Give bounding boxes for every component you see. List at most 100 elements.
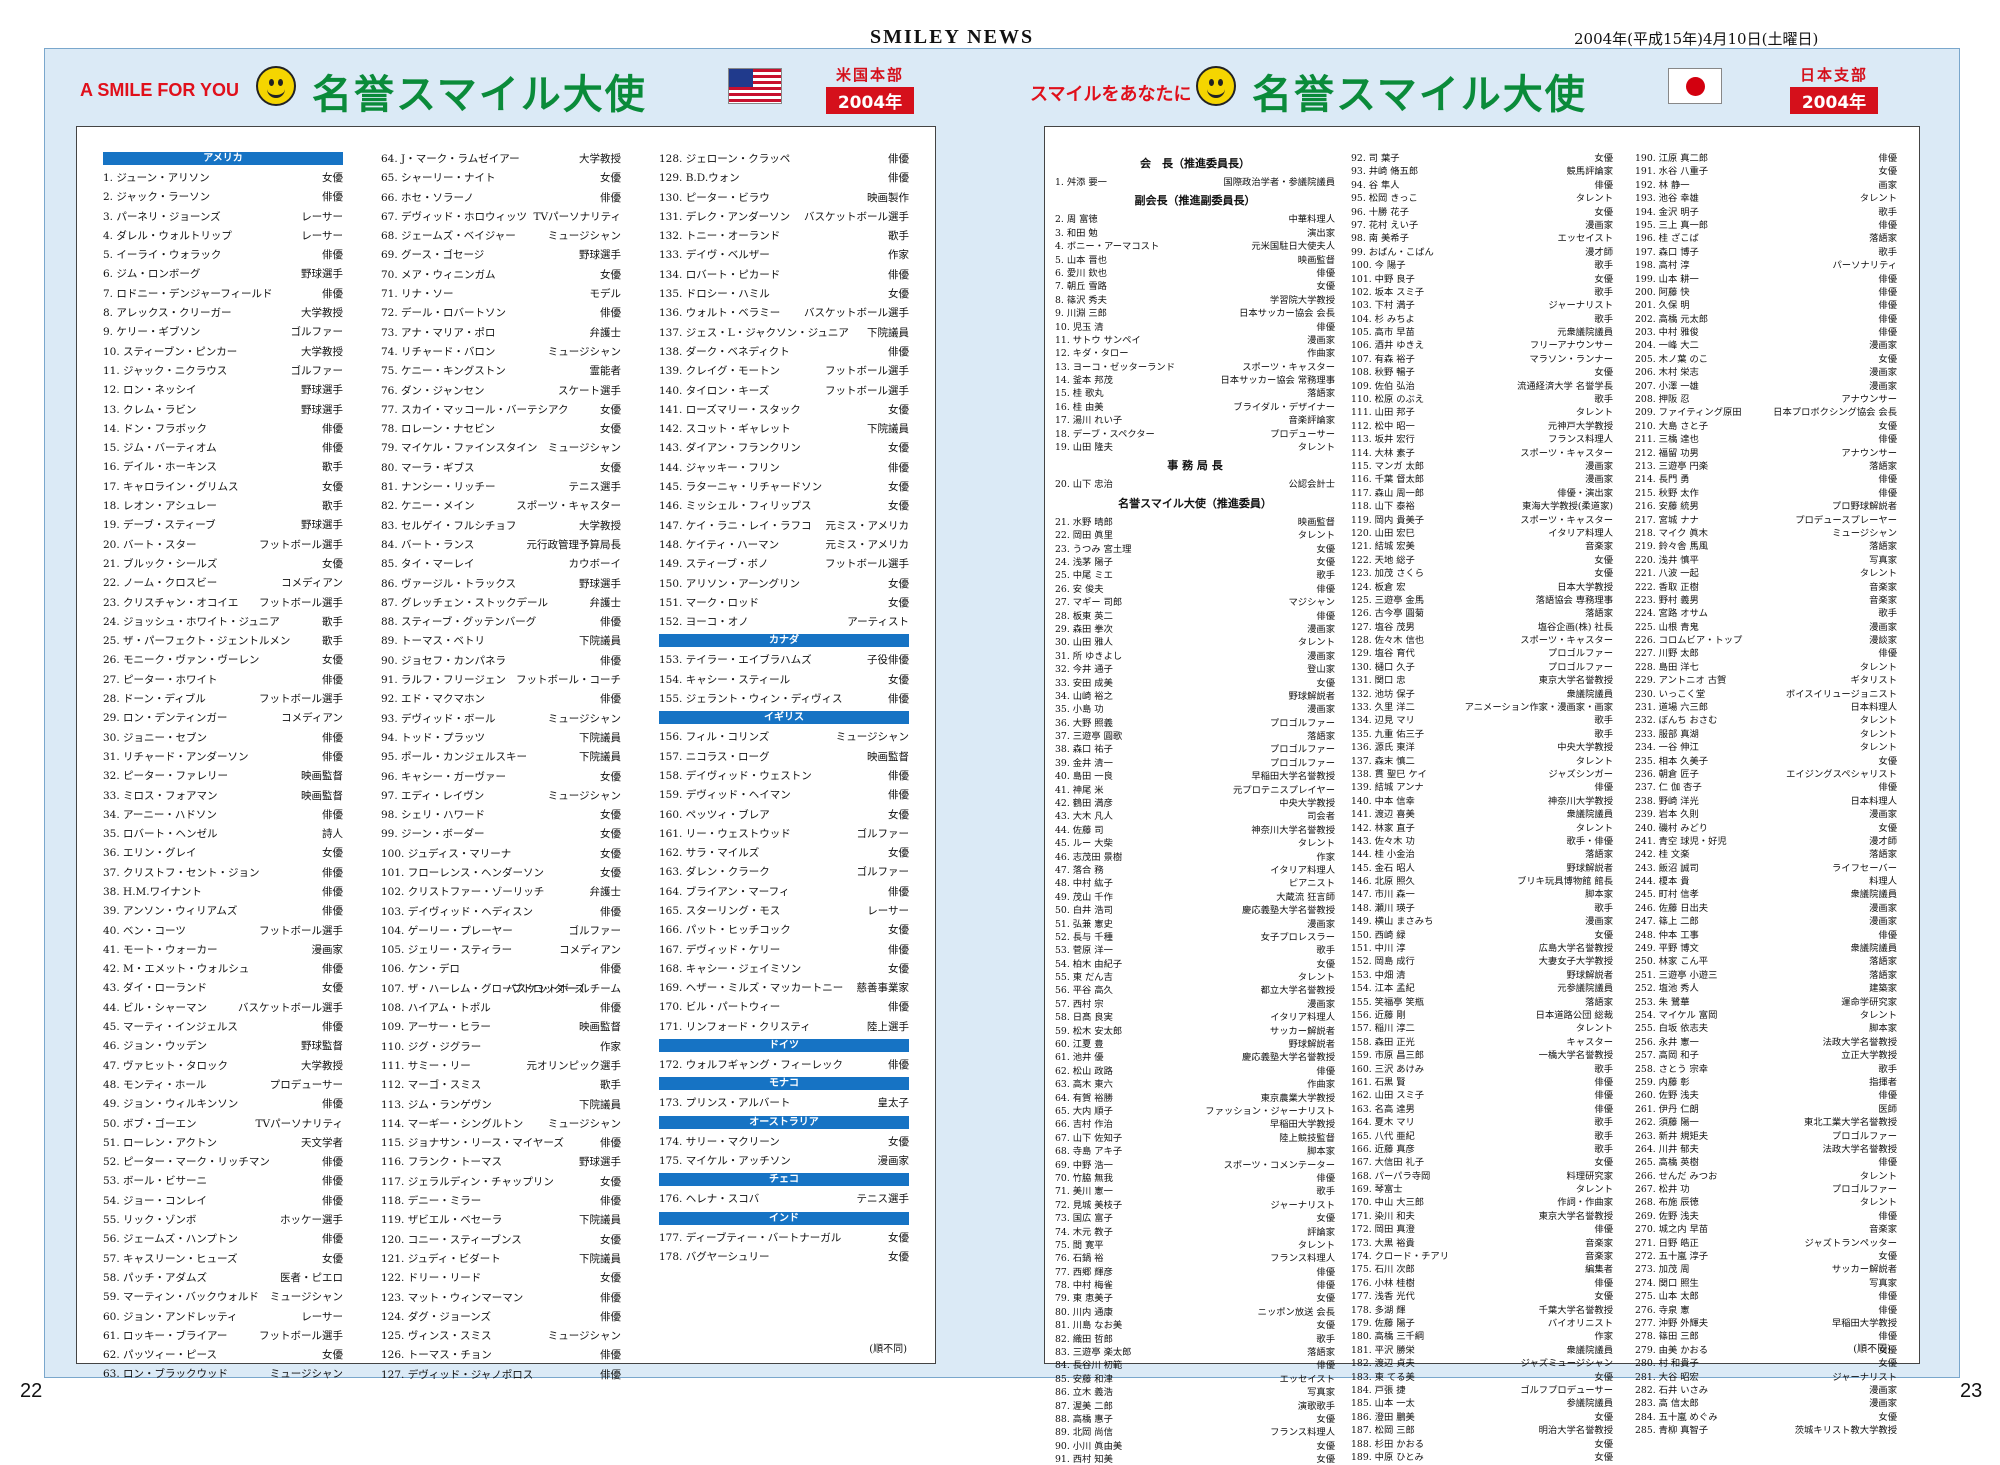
list-item: 138. 貫 聖巳 ケイ ジャズシンガー: [1351, 765, 1613, 780]
japan-column-1: 会 長（推進委員長） 1. 舛添 要一 国際政治学者・参議院議員 副会長（推進副委員長…: [1055, 149, 1335, 1465]
ambassador-occupation: 大学教授: [301, 307, 343, 320]
ambassador-occupation: 映画監督: [301, 770, 343, 783]
list-item: 238. 野崎 洋光 日本料理人: [1635, 792, 1897, 807]
ambassador-occupation: フットボール選手: [259, 924, 343, 937]
ambassador-name: 22. ノーム・クロスビー: [103, 577, 218, 590]
ambassador-occupation: 映画製作: [867, 191, 909, 204]
list-item: 95. 松岡 きっこ タレント: [1351, 189, 1613, 204]
list-item: 112. マーゴ・スミス 歌手: [381, 1075, 621, 1094]
list-item: 208. 押阪 忍アナウンサー: [1635, 390, 1897, 405]
list-item: 6. 愛川 欽也 俳優: [1055, 264, 1335, 279]
right-banner: スマイルをあなたに 名誉スマイル大使 日本支部 2004年: [1000, 60, 1940, 120]
ambassador-occupation: 皇太子: [877, 1097, 910, 1110]
list-item: 177. ディーブティー・バートナーガル 女優: [659, 1228, 909, 1247]
list-item: 76. 石鍋 裕フランス料理人: [1055, 1249, 1335, 1264]
ambassador-occupation: 女優: [600, 268, 621, 281]
list-item: 11. サトウ サンペイ 漫画家: [1055, 331, 1335, 346]
list-item: 241. 青空 球児・好児 漫才師: [1635, 832, 1897, 847]
ambassador-occupation: 女優: [600, 1233, 621, 1246]
ambassador-name: 112. マーゴ・スミス: [381, 1079, 482, 1092]
list-item: 54. 柏木 由紀子 女優: [1055, 955, 1335, 970]
list-item: 28. 板東 英二 俳優: [1055, 607, 1335, 622]
list-item: 151. マーク・ロッド 女優: [659, 593, 909, 612]
list-item: 53. 菅原 洋一 歌手: [1055, 941, 1335, 956]
list-item: 98. 南 美希子 エッセイスト: [1351, 229, 1613, 244]
ambassador-occupation: ミュージシャン: [547, 712, 621, 725]
list-item: 269. 佐野 浅夫 俳優: [1635, 1207, 1897, 1222]
list-item: 9. 川淵 三郎 日本サッカー協会 会長: [1055, 304, 1335, 319]
ambassador-name: 159. デヴィッド・ヘイマン: [659, 789, 791, 802]
list-item: 225. 山根 青鬼 漫画家: [1635, 618, 1897, 633]
list-item: 124. ダグ・ジョーンズ 俳優: [381, 1307, 621, 1326]
list-item: 179. 佐藤 陽子 バイオリニスト: [1351, 1314, 1613, 1329]
list-item: 273. 加茂 周サッカー解説者: [1635, 1260, 1897, 1275]
list-item: 13. ヨーコ・ゼッターランド スポーツ・キャスター: [1055, 358, 1335, 373]
list-item: 162. サラ・マイルズ 女優: [659, 843, 909, 862]
ambassador-occupation: TVパーソナリティ: [533, 210, 621, 223]
list-item: 21. 水野 晴郎 映画監督: [1055, 513, 1335, 528]
list-item: 125. ヴィンス・スミス ミュージシャン: [381, 1326, 621, 1345]
ambassador-occupation: 俳優: [322, 249, 343, 262]
list-item: 206. 木村 栄志 漫画家: [1635, 363, 1897, 378]
ambassador-name: 27. ピーター・ホワイト: [103, 673, 218, 686]
list-item: 118. デニー・ミラー 俳優: [381, 1191, 621, 1210]
ambassador-occupation: 俳優: [600, 963, 621, 976]
list-item: 105. ジェリー・スティラー コメディアン: [381, 940, 621, 959]
ambassador-name: 18. レオン・アシュレー: [103, 500, 217, 513]
list-item: 233. 服部 真湖 タレント: [1635, 725, 1897, 740]
list-item: 49. ジョン・ウィルキンソン 俳優: [103, 1094, 343, 1113]
list-item: 68. ジェームズ・ベイジャー ミュージシャン: [381, 226, 621, 245]
list-item: 244. 榎本 貴料理人: [1635, 872, 1897, 887]
list-item: 259. 内藤 彰指揮者: [1635, 1073, 1897, 1088]
list-item: 38. 森口 祐子 プロゴルファー: [1055, 740, 1335, 755]
list-item: 3. パーネリ・ジョーンズ レーサー: [103, 207, 343, 226]
country-header: オーストラリア: [659, 1115, 909, 1129]
list-item: 138. ダーク・ベネディクト 俳優: [659, 342, 909, 361]
ambassador-occupation: 俳優: [600, 307, 621, 320]
ambassador-occupation: ミュージシャン: [547, 789, 621, 802]
ambassador-name: 177. ディーブティー・バートナーガル: [659, 1231, 842, 1244]
list-item: 115. ジョナサン・リース・マイヤーズ 俳優: [381, 1133, 621, 1152]
ambassador-occupation: レーサー: [301, 1310, 343, 1323]
list-item: 77. 西郷 輝彦 俳優: [1055, 1263, 1335, 1278]
ambassador-occupation: フットボール選手: [259, 1329, 343, 1342]
list-item: 64. 有賀 裕勝 東京農業大学教授: [1055, 1089, 1335, 1104]
list-item: 110. ジグ・ジグラー 作家: [381, 1037, 621, 1056]
ambassador-name: 170. ビル・パートウィー: [659, 1001, 781, 1014]
list-item: 167. 大信田 礼子 女優: [1351, 1153, 1613, 1168]
list-item: 35. 小島 功漫画家: [1055, 700, 1335, 715]
ambassador-name: 30. ジョニー・セブン: [103, 731, 208, 744]
list-item: 86. ヴァージル・トラックス 野球選手: [381, 574, 621, 593]
ambassador-occupation: 俳優: [322, 885, 343, 898]
list-item: 59. マーティン・バックウォルド ミュージシャン: [103, 1287, 343, 1306]
banner-title: 名誉スマイル大使: [312, 72, 647, 118]
ambassador-name: 11. ジャック・ニクラウス: [103, 364, 228, 377]
list-item: 220. 浅井 慎平 写真家: [1635, 551, 1897, 566]
ambassador-occupation: 女優: [600, 770, 621, 783]
ambassador-name: 83. セルゲイ・フルシチョフ: [381, 519, 517, 532]
ambassador-name: 96. キャシー・ガーヴァー: [381, 770, 507, 783]
list-item: 23. クリスチャン・オコイエ フットボール選手: [103, 593, 343, 612]
ambassador-occupation: バスケットボール選手: [804, 307, 909, 320]
ambassador-name: 88. スティーブ・グッテンバーグ: [381, 616, 537, 629]
list-item: 63. 高木 東六 作曲家: [1055, 1075, 1335, 1090]
list-item: 96. 十勝 花子 女優: [1351, 203, 1613, 218]
list-item: 100. 今 陽子 歌手: [1351, 256, 1613, 271]
ambassador-name: 24. ジョッシュ・ホワイト・ジュニア: [103, 615, 280, 628]
ambassador-occupation: 俳優: [322, 673, 343, 686]
branch-label: 米国本部 2004年: [826, 64, 914, 114]
ambassador-name: 99. ジーン・ボーダー: [381, 828, 485, 841]
list-item: 122. 天地 総子 女優: [1351, 551, 1613, 566]
list-item: 124. 板倉 宏日本大学教授: [1351, 578, 1613, 593]
ambassador-name: 1. ジューン・アリソン: [103, 172, 210, 184]
list-item: 167. デヴィッド・ケリー 俳優: [659, 940, 909, 959]
list-item: 183. 東 てる美 女優: [1351, 1368, 1613, 1383]
ambassador-name: 4. ダレル・ウォルトリップ: [103, 229, 232, 242]
ambassador-name: 108. ハイアム・トポル: [381, 1002, 491, 1015]
ambassador-name: 55. リック・ゾンボ: [103, 1214, 197, 1227]
list-item: 47. ヴァヒット・タロック 大学教授: [103, 1056, 343, 1075]
ambassador-occupation: 下院議員: [579, 635, 621, 648]
ambassador-occupation: 下院議員: [579, 1214, 621, 1227]
list-item: 144. ジャッキー・フリン 俳優: [659, 458, 909, 477]
ambassador-occupation: 医者・ピエロ: [280, 1271, 343, 1284]
